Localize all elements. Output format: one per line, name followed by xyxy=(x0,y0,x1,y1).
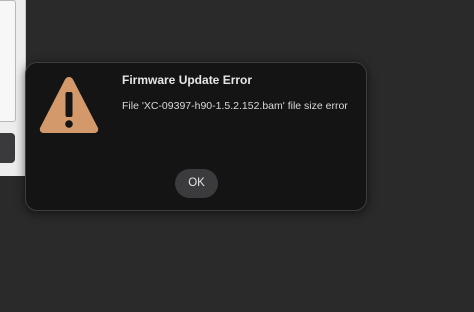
error-dialog: Firmware Update Error File 'XC-09397-h90… xyxy=(25,62,367,211)
background-options-card xyxy=(0,0,16,122)
background-button[interactable] xyxy=(0,133,15,163)
dialog-title: Firmware Update Error xyxy=(122,73,253,87)
dialog-message: File 'XC-09397-h90-1.5.2.152.bam' file s… xyxy=(122,100,348,112)
background-window-panel xyxy=(0,0,26,176)
ok-button[interactable]: OK xyxy=(175,169,218,198)
exclamation-bar xyxy=(65,92,73,117)
exclamation-dot xyxy=(65,120,73,128)
warning-icon xyxy=(39,77,99,133)
